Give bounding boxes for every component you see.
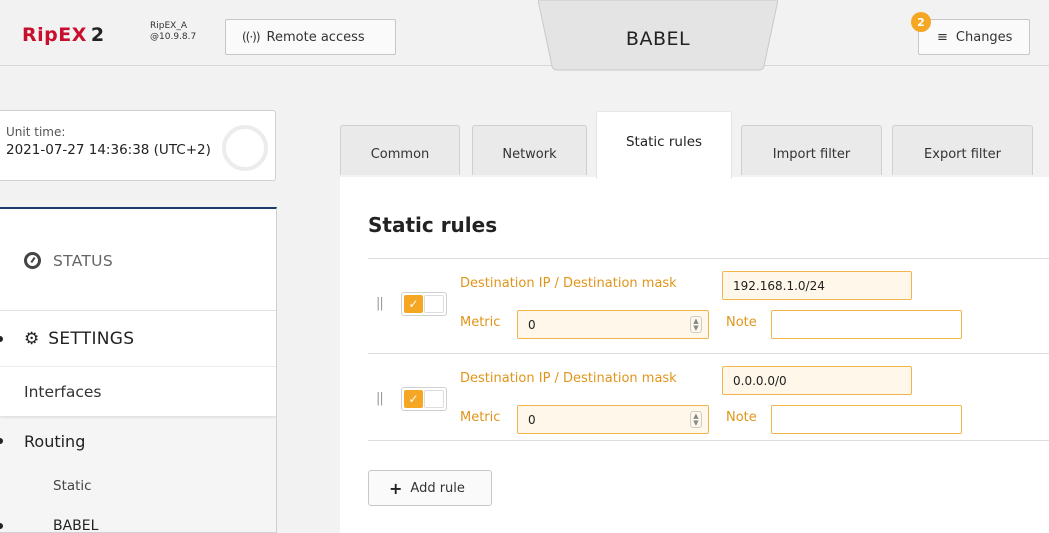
unit-time-box: Unit time: 2021-07-27 14:36:38 (UTC+2) [0, 110, 276, 181]
note-label: Note [726, 315, 757, 330]
drag-handle-icon[interactable]: || [376, 296, 384, 311]
check-icon: ✓ [404, 295, 423, 313]
active-dot-icon [0, 523, 3, 529]
remote-access-label: Remote access [266, 29, 365, 45]
page-title: BABEL [625, 28, 691, 50]
stepper-icon[interactable]: ▲ ▼ [690, 411, 702, 428]
nav-interfaces[interactable]: Interfaces [0, 366, 276, 416]
check-icon: ✓ [404, 390, 423, 408]
metric-label: Metric [460, 315, 501, 330]
unit-info: RipEX_A @10.9.8.7 [150, 21, 196, 43]
rule-row: || ✓ Destination IP / Destination mask 0… [368, 353, 1049, 441]
remote-access-button[interactable]: ((·)) Remote access [225, 19, 396, 55]
note-input[interactable] [771, 405, 962, 434]
nav-status-label: STATUS [53, 251, 113, 270]
nav-routing-label: Routing [24, 431, 86, 451]
unit-ip: @10.9.8.7 [150, 32, 197, 42]
gears-icon: ⚙ [24, 328, 40, 349]
clock-watermark-icon [222, 125, 268, 171]
add-rule-button[interactable]: + Add rule [368, 470, 492, 506]
changes-label: Changes [955, 29, 1013, 45]
note-label: Note [726, 410, 757, 425]
expanded-dot-icon [0, 438, 3, 444]
metric-input[interactable]: 0 ▲ ▼ [517, 310, 709, 339]
nav-settings-label: SETTINGS [48, 328, 135, 349]
destination-label: Destination IP / Destination mask [460, 276, 677, 291]
antenna-icon: ((·)) [242, 30, 261, 44]
page-title-tab: BABEL [538, 0, 778, 72]
tab-common[interactable]: Common [340, 125, 460, 175]
expanded-dot-icon [0, 335, 3, 342]
gauge-icon [24, 252, 41, 269]
destination-input[interactable]: 192.168.1.0/24 [722, 271, 912, 300]
ripex-logo: RipEX 2 [22, 24, 105, 46]
unit-name: RipEX_A [150, 21, 187, 31]
tab-network[interactable]: Network [472, 125, 587, 175]
tab-export-filter[interactable]: Export filter [892, 125, 1033, 175]
section-heading: Static rules [368, 213, 498, 237]
nav-babel[interactable]: BABEL [0, 506, 276, 533]
nav-status[interactable]: STATUS [0, 209, 276, 311]
nav-settings[interactable]: ⚙ SETTINGS [0, 311, 276, 366]
drag-handle-icon[interactable]: || [376, 391, 384, 406]
static-rules-panel: Static rules || ✓ Destination IP / Desti… [340, 177, 1049, 533]
stepper-icon[interactable]: ▲ ▼ [690, 316, 702, 333]
tab-static-rules[interactable]: Static rules [596, 111, 732, 179]
changes-count-badge: 2 [911, 12, 931, 32]
nav-babel-label: BABEL [53, 518, 99, 533]
add-rule-label: Add rule [410, 480, 465, 496]
destination-input[interactable]: 0.0.0.0/0 [722, 366, 912, 395]
destination-label: Destination IP / Destination mask [460, 371, 677, 386]
rule-row: || ✓ Destination IP / Destination mask 1… [368, 258, 1049, 346]
sidebar-nav: STATUS ⚙ SETTINGS Interfaces Routing Sta… [0, 207, 277, 533]
note-input[interactable] [771, 310, 962, 339]
nav-static[interactable]: Static [0, 466, 276, 506]
rule-enable-toggle[interactable]: ✓ [401, 387, 447, 411]
plus-icon: + [389, 478, 403, 498]
changes-button[interactable]: ≡ Changes [918, 19, 1030, 55]
nav-routing[interactable]: Routing [0, 416, 276, 466]
list-icon: ≡ [937, 29, 948, 45]
metric-input[interactable]: 0 ▲ ▼ [517, 405, 709, 434]
top-bar: RipEX 2 RipEX_A @10.9.8.7 ((·)) Remote ac… [0, 0, 1049, 71]
rule-enable-toggle[interactable]: ✓ [401, 292, 447, 316]
tab-import-filter[interactable]: Import filter [741, 125, 882, 175]
metric-label: Metric [460, 410, 501, 425]
